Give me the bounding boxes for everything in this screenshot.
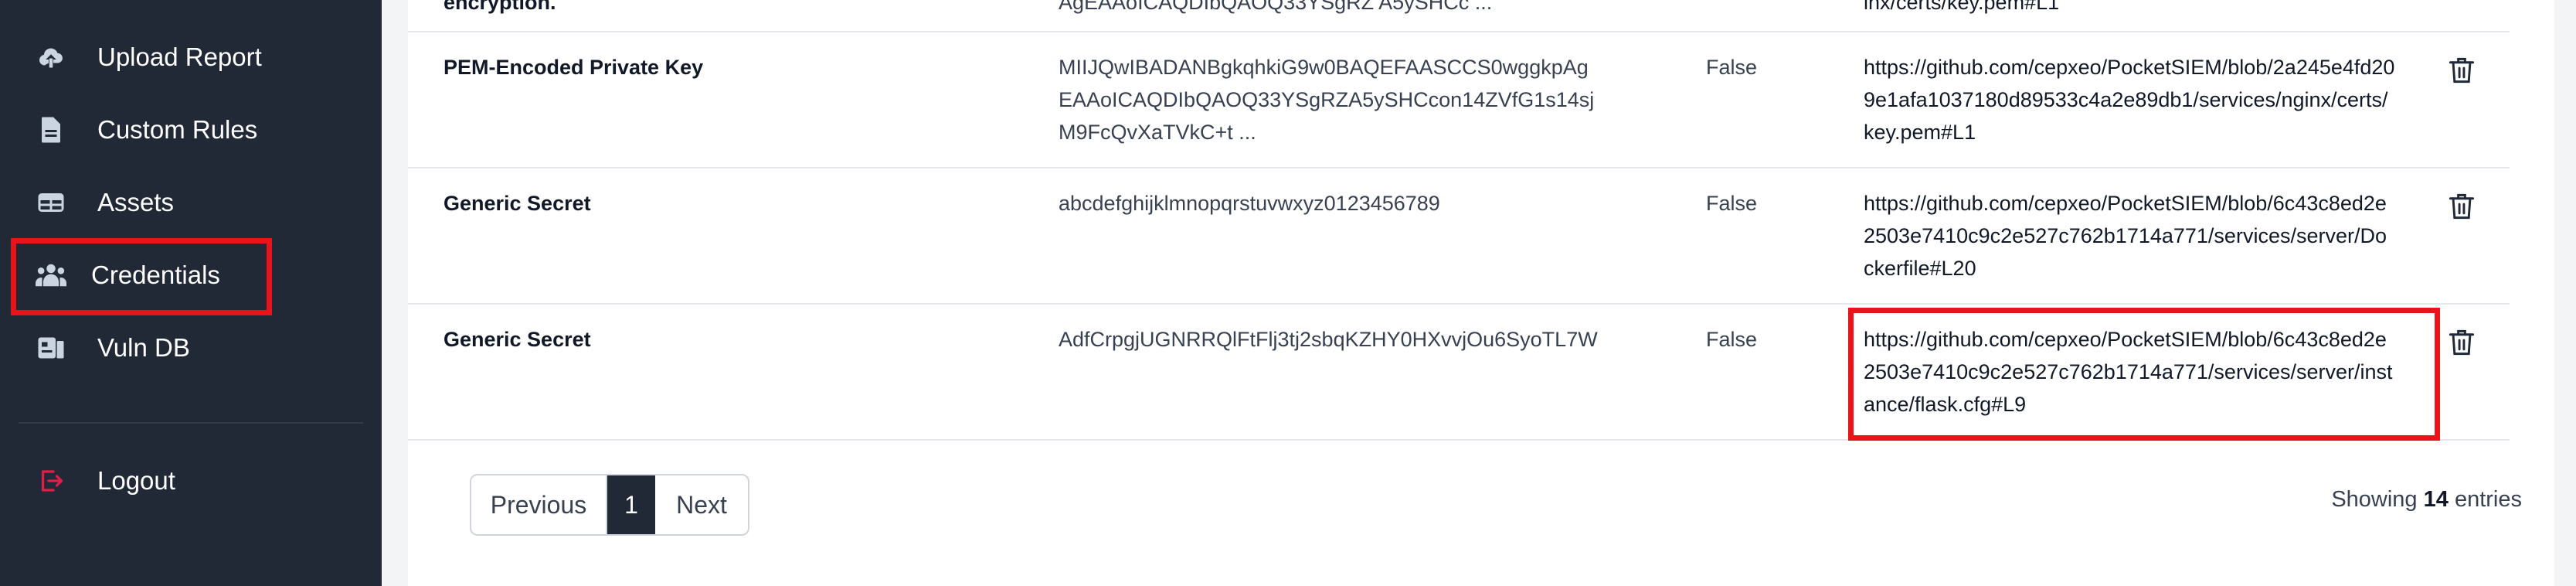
- delete-button[interactable]: [2448, 328, 2479, 359]
- credential-type: PEM-Encoded Private Key: [443, 56, 704, 79]
- sidebar-item-assets[interactable]: Assets: [0, 167, 382, 238]
- cloud-upload-icon: [36, 42, 66, 73]
- credential-secret: AgEAAoICAQDIbQAOQ33YSgRZ A5ySHCc ...: [1059, 0, 1493, 14]
- document-icon: [36, 114, 66, 145]
- entries-total: 14: [2423, 487, 2449, 512]
- delete-button[interactable]: [2448, 56, 2479, 87]
- sidebar-item-label: Custom Rules: [97, 115, 258, 144]
- logout-icon: [36, 465, 66, 496]
- next-page-button[interactable]: Next: [655, 475, 748, 534]
- main-content: encryption. AgEAAoICAQDIbQAOQ33YSgRZ A5y…: [382, 0, 2576, 586]
- credential-secret: AdfCrpgjUGNRRQlFtFlj3tj2sbqKZHY0HXvvjOu6…: [1059, 328, 1598, 351]
- credential-verified: False: [1706, 328, 1758, 351]
- table-row: Generic Secret abcdefghijklmnopqrstuvwxy…: [408, 167, 2510, 305]
- highlight-box-url: [1848, 308, 2440, 441]
- page-1-button[interactable]: 1: [607, 475, 655, 534]
- previous-page-button[interactable]: Previous: [471, 475, 607, 534]
- sidebar-item-label: Upload Report: [97, 43, 262, 71]
- sidebar-item-label: Vuln DB: [97, 333, 190, 362]
- credential-type: Generic Secret: [443, 192, 591, 215]
- sidebar-item-label: Assets: [97, 188, 175, 216]
- logout-button[interactable]: Logout: [0, 445, 382, 516]
- sidebar-item-upload-report[interactable]: Upload Report: [0, 22, 382, 93]
- delete-button[interactable]: [2448, 192, 2479, 223]
- credential-secret: abcdefghijklmnopqrstuvwxyz0123456789: [1059, 192, 1440, 215]
- sidebar-item-custom-rules[interactable]: Custom Rules: [0, 94, 382, 165]
- trash-icon: [2448, 329, 2476, 362]
- highlight-box-credentials: [11, 238, 272, 315]
- credential-type: Generic Secret: [443, 328, 591, 351]
- credential-url[interactable]: https://github.com/cepxeo/PocketSIEM/blo…: [1864, 51, 2397, 148]
- credential-url: inx/certs/key.pem#L1: [1864, 0, 2060, 14]
- credential-type: encryption.: [443, 0, 556, 14]
- credential-verified: False: [1706, 192, 1758, 215]
- vuln-db-icon: [36, 332, 66, 363]
- table-row: PEM-Encoded Private Key MIIJQwIBADANBgkq…: [408, 31, 2510, 169]
- showing-prefix: Showing: [2331, 487, 2418, 512]
- credential-url[interactable]: https://github.com/cepxeo/PocketSIEM/blo…: [1864, 187, 2397, 284]
- credential-secret: MIIJQwIBADANBgkqhkiG9w0BAQEFAASCCS0wggkp…: [1059, 56, 1595, 144]
- sidebar-divider: [19, 422, 363, 424]
- trash-icon: [2448, 57, 2476, 90]
- logout-label: Logout: [97, 466, 175, 495]
- pagination: Previous 1 Next: [470, 474, 749, 536]
- credential-verified: False: [1706, 56, 1758, 79]
- sidebar-item-vuln-db[interactable]: Vuln DB: [0, 312, 382, 383]
- table-icon: [36, 187, 66, 218]
- sidebar: Upload Report Custom Rules Assets Creden…: [0, 0, 382, 586]
- entries-count: Showing 14 entries: [2331, 487, 2522, 513]
- trash-icon: [2448, 193, 2476, 226]
- showing-suffix: entries: [2454, 487, 2522, 512]
- table-row: encryption. AgEAAoICAQDIbQAOQ33YSgRZ A5y…: [408, 0, 2510, 32]
